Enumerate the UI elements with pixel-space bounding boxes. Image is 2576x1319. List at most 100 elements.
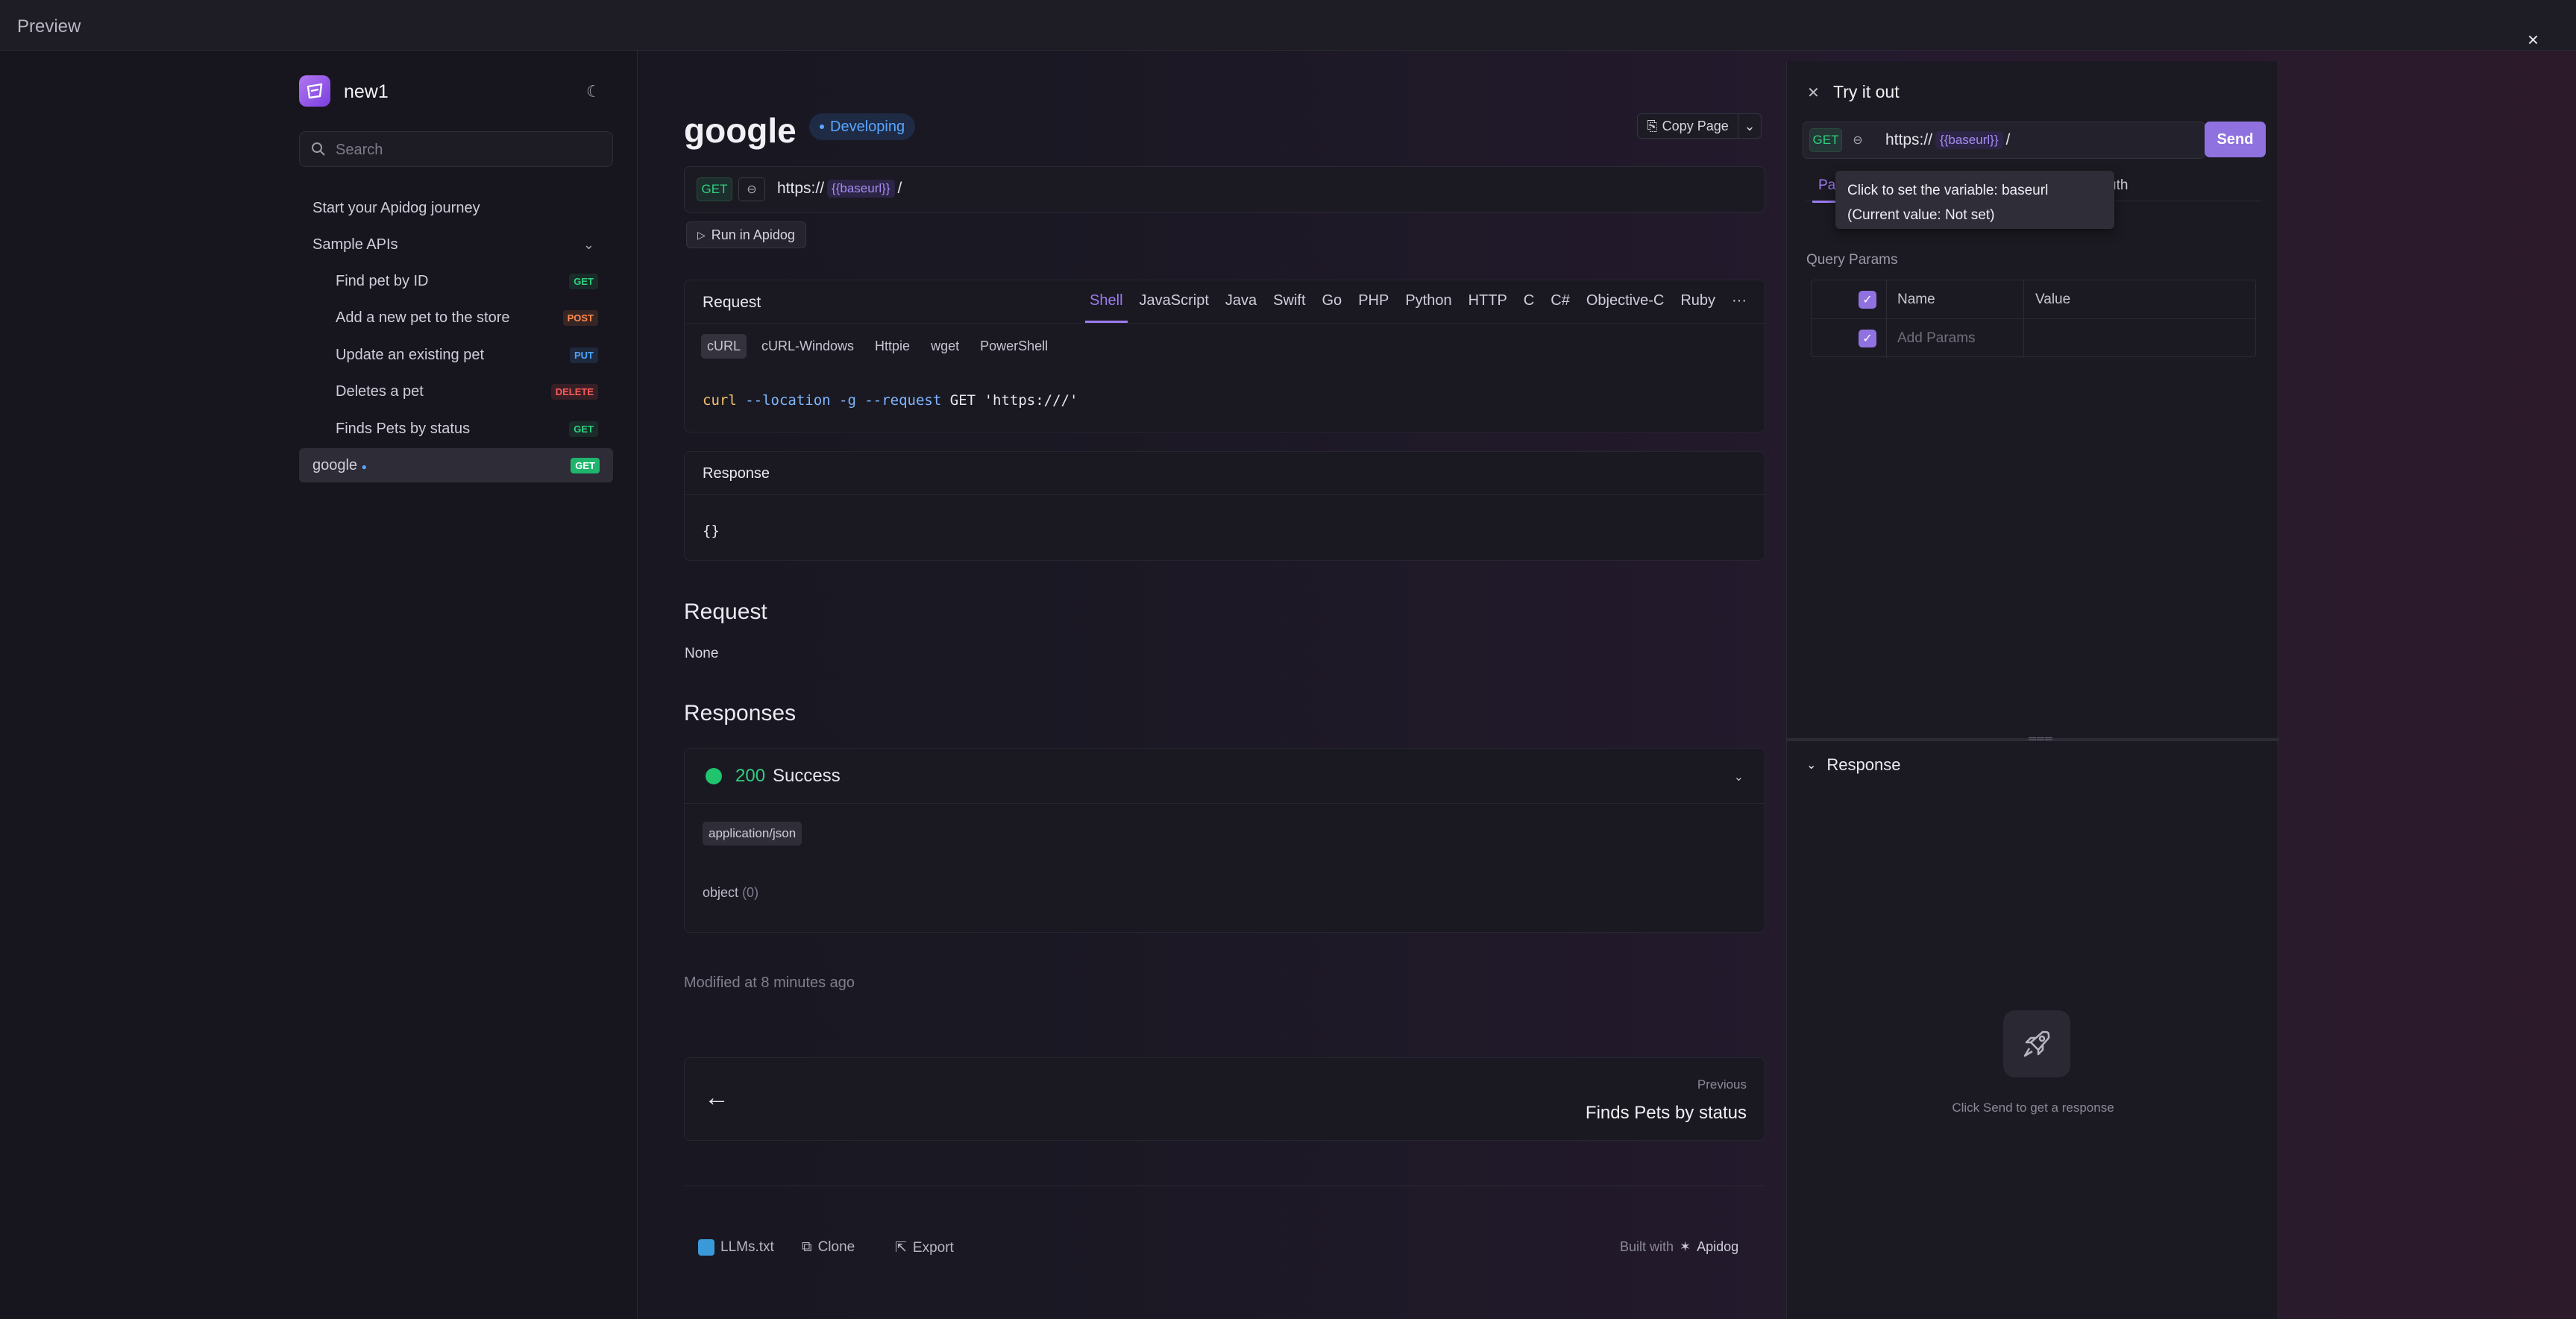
modified-time: Modified at 8 minutes ago	[684, 975, 855, 991]
tab-swift[interactable]: Swift	[1273, 292, 1305, 309]
tab-javascript[interactable]: JavaScript	[1140, 292, 1209, 309]
checkbox-all[interactable]: ✓	[1859, 291, 1876, 309]
tab-go[interactable]: Go	[1322, 292, 1342, 309]
search-box[interactable]	[299, 131, 613, 167]
llms-txt-link[interactable]: LLMs.txt	[698, 1239, 774, 1256]
response-200-card: 200 Success ⌄ application/json object (0…	[684, 748, 1765, 933]
llms-icon	[698, 1239, 714, 1256]
run-in-apidog-button[interactable]: ▷ Run in Apidog	[686, 221, 806, 248]
status-dot	[706, 768, 722, 784]
tab-csharp[interactable]: C#	[1551, 292, 1570, 309]
close-icon[interactable]: ✕	[1807, 84, 1820, 102]
panel-title: Try it out	[1833, 82, 1900, 101]
tab-objective-c[interactable]: Objective-C	[1586, 292, 1664, 309]
tab-shell[interactable]: Shell	[1084, 292, 1128, 323]
tab-ruby[interactable]: Ruby	[1680, 292, 1715, 309]
sidebar-item-label: Deletes a pet	[336, 383, 424, 400]
built-with[interactable]: Built with ✶ Apidog	[1620, 1239, 1738, 1255]
shell-variant-tabs: cURL cURL-Windows Httpie wget PowerShell	[701, 334, 1054, 359]
code-sample[interactable]: curl --location -g --request GET 'https:…	[703, 392, 1078, 409]
tab-python[interactable]: Python	[1405, 292, 1451, 309]
search-input[interactable]	[336, 139, 604, 160]
window-title: Preview	[17, 16, 81, 37]
dark-mode-toggle-icon[interactable]: ☾	[586, 82, 601, 101]
tab-params[interactable]: Pa	[1812, 177, 1843, 203]
sidebar-folder-sample-apis[interactable]: Sample APIs ⌄	[312, 227, 594, 262]
sidebar-item-add-pet[interactable]: Add a new pet to the store POST	[336, 300, 598, 335]
try-url-text[interactable]: https://{{baseurl}} /	[1885, 131, 2010, 149]
sidebar-item-label: Find pet by ID	[336, 272, 429, 289]
sidebar-item-start[interactable]: Start your Apidog journey	[312, 191, 611, 225]
window-topbar: Preview ×	[0, 0, 2576, 51]
link-icon[interactable]: ⊖	[1847, 128, 1869, 152]
variable-tooltip: Click to set the variable: baseurl (Curr…	[1835, 171, 2114, 229]
checkbox-row[interactable]: ✓	[1859, 330, 1876, 347]
copy-icon: ⎘	[1647, 118, 1658, 133]
export-link[interactable]: ⇱ Export	[895, 1239, 954, 1256]
previous-page-link[interactable]: ← Previous Finds Pets by status	[684, 1057, 1765, 1141]
schema-type: object (0)	[703, 885, 759, 900]
apidog-logo-icon: ✶	[1680, 1239, 1691, 1254]
request-body-text: None	[685, 646, 719, 661]
response-body: {}	[703, 523, 720, 539]
copy-page-button[interactable]: ⎘ Copy Page ⌄	[1637, 113, 1762, 139]
tab-powershell[interactable]: PowerShell	[974, 334, 1054, 359]
link-icon[interactable]: ⊖	[738, 177, 765, 201]
project-name: new1	[344, 81, 389, 102]
clone-icon: ⧉	[802, 1239, 812, 1255]
request-code-panel: Request Shell JavaScript Java Swift Go P…	[684, 280, 1765, 432]
project-logo	[299, 75, 330, 107]
query-params-table: ✓ Name Value ✓ Add Params	[1811, 280, 2256, 358]
previous-page-name: Finds Pets by status	[1585, 1103, 1747, 1123]
sidebar-item-label: Finds Pets by status	[336, 420, 471, 437]
responses-section-title: Responses	[684, 701, 797, 725]
send-button[interactable]: Send	[2205, 122, 2266, 157]
query-params-label: Query Params	[1806, 252, 1898, 268]
sidebar-item-label: Add a new pet to the store	[336, 309, 510, 326]
arrow-left-icon: ←	[704, 1083, 729, 1112]
column-name-header: Name	[1897, 292, 1935, 307]
url-variable-chip[interactable]: {{baseurl}}	[1935, 131, 2003, 149]
tab-php[interactable]: PHP	[1358, 292, 1389, 309]
sidebar-item-find-pet[interactable]: Find pet by ID GET	[336, 264, 598, 298]
response-section-header[interactable]: ⌄ Response	[1806, 755, 1900, 775]
chevron-down-icon[interactable]: ⌄	[1734, 769, 1744, 784]
method-badge[interactable]: GET	[1809, 128, 1842, 152]
try-url-input[interactable]: GET ⊖ https://{{baseurl}} /	[1803, 122, 2205, 159]
panel-title: Request	[703, 294, 761, 311]
sidebar-item-google[interactable]: google ● GET	[299, 448, 613, 482]
language-tabs: Shell JavaScript Java Swift Go PHP Pytho…	[1084, 292, 1747, 323]
empty-response-hint: Click Send to get a response	[1952, 1101, 2114, 1115]
tab-curl-windows[interactable]: cURL-Windows	[755, 334, 860, 359]
chevron-down-icon: ⌄	[1806, 759, 1817, 772]
sidebar-item-find-by-status[interactable]: Finds Pets by status GET	[336, 412, 598, 446]
chevron-down-icon[interactable]: ⌄	[1738, 119, 1761, 134]
export-icon: ⇱	[895, 1240, 907, 1256]
response-example-panel: Response {}	[684, 451, 1765, 561]
endpoint-url: https://{{baseurl}} /	[777, 180, 902, 198]
tab-c[interactable]: C	[1524, 292, 1534, 309]
more-languages-icon[interactable]: ···	[1732, 292, 1747, 309]
column-value-header: Value	[2035, 292, 2071, 307]
sidebar-item-delete-pet[interactable]: Deletes a pet DELETE	[336, 374, 598, 409]
add-params-input[interactable]: Add Params	[1897, 330, 1976, 347]
tab-java[interactable]: Java	[1225, 292, 1257, 309]
response-200-header[interactable]: 200 Success ⌄	[685, 749, 1765, 804]
close-icon[interactable]: ×	[2528, 28, 2539, 51]
search-icon	[312, 142, 325, 156]
table-row: ✓ Add Params	[1812, 319, 2255, 358]
content-type-chip[interactable]: application/json	[703, 822, 802, 846]
tab-curl[interactable]: cURL	[701, 334, 747, 359]
clone-link[interactable]: ⧉ Clone	[802, 1239, 855, 1256]
tab-httpie[interactable]: Httpie	[869, 334, 916, 359]
method-badge: PUT	[570, 347, 598, 363]
tab-http[interactable]: HTTP	[1468, 292, 1507, 309]
table-row: ✓ Name Value	[1812, 280, 2255, 319]
status-text: Success	[773, 766, 841, 786]
url-variable-chip[interactable]: {{baseurl}}	[827, 180, 895, 198]
previous-label: Previous	[1697, 1077, 1747, 1092]
sidebar-item-update-pet[interactable]: Update an existing pet PUT	[336, 338, 598, 372]
drag-handle-icon[interactable]: ═══	[2029, 732, 2053, 744]
endpoint-url-bar: GET ⊖ https://{{baseurl}} /	[684, 166, 1765, 213]
tab-wget[interactable]: wget	[925, 334, 965, 359]
